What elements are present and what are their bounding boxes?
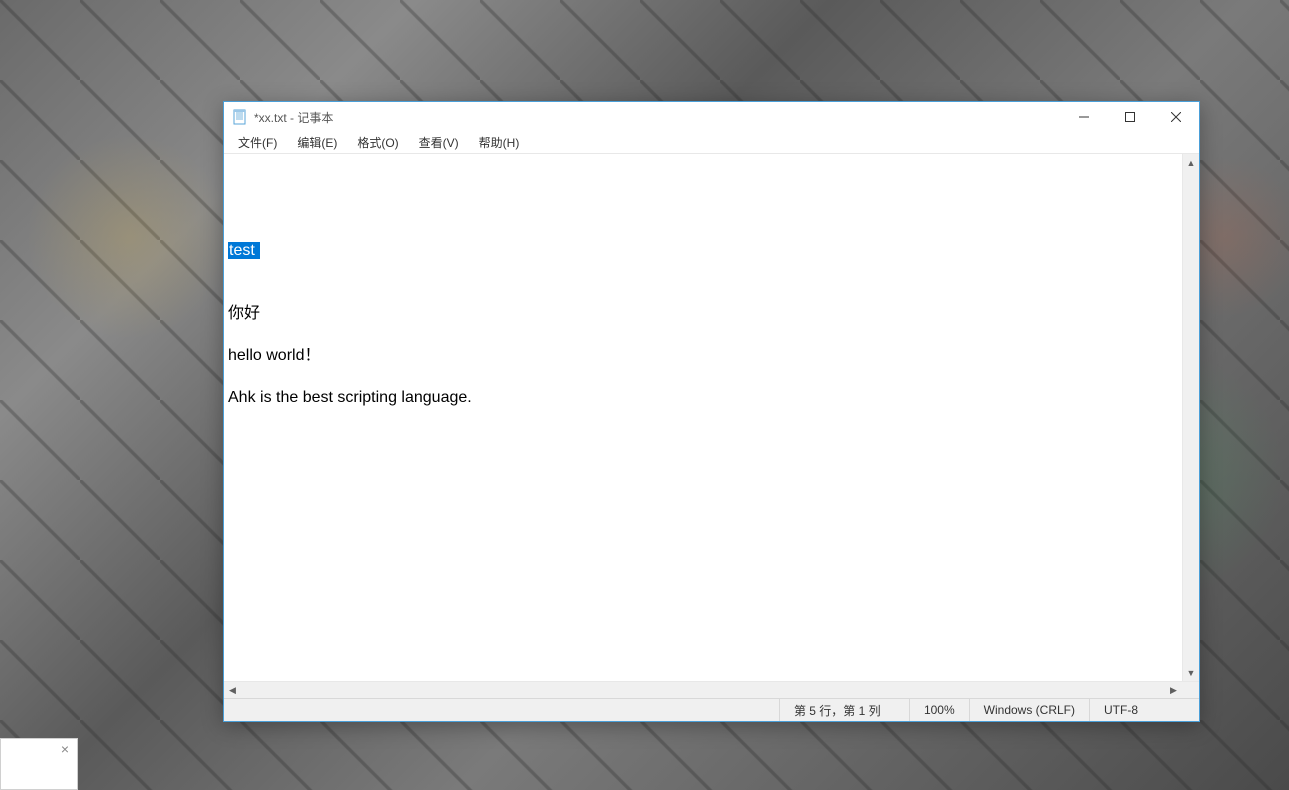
scroll-right-icon[interactable]: ▶ — [1165, 682, 1182, 698]
text-editor[interactable]: test 你好 hello world！ Ahk is the best scrip… — [224, 154, 1199, 681]
menu-help[interactable]: 帮助(H) — [469, 132, 530, 153]
vertical-scrollbar[interactable]: ▲ ▼ — [1182, 154, 1199, 681]
editor-line — [228, 198, 1195, 219]
statusbar: 第 5 行，第 1 列 100% Windows (CRLF) UTF-8 — [224, 698, 1199, 721]
editor-line — [228, 219, 1195, 240]
editor-line — [228, 177, 1195, 198]
status-encoding: UTF-8 — [1089, 699, 1199, 721]
scroll-down-icon[interactable]: ▼ — [1183, 664, 1199, 681]
window-controls — [1061, 102, 1199, 132]
editor-line — [228, 282, 1195, 303]
editor-line: hello world！ — [228, 345, 1195, 366]
maximize-button[interactable] — [1107, 102, 1153, 132]
editor-line: 你好 — [228, 303, 1195, 324]
minimize-button[interactable] — [1061, 102, 1107, 132]
selected-text: test — [228, 242, 260, 259]
close-button[interactable] — [1153, 102, 1199, 132]
editor-wrap: test 你好 hello world！ Ahk is the best scrip… — [224, 154, 1199, 698]
editor-line: Ahk is the best scripting language. — [228, 387, 1195, 408]
notepad-icon — [232, 109, 248, 125]
menu-edit[interactable]: 编辑(E) — [287, 132, 347, 153]
notepad-window: *xx.txt - 记事本 文件(F) 编辑(E) 格式(O) 查看(V) 帮助… — [223, 101, 1200, 722]
horizontal-scrollbar[interactable]: ◀ ▶ — [224, 681, 1199, 698]
editor-line — [228, 261, 1195, 282]
status-zoom: 100% — [909, 699, 969, 721]
status-cursor-position: 第 5 行，第 1 列 — [779, 699, 909, 721]
scroll-left-icon[interactable]: ◀ — [224, 682, 241, 698]
menu-format[interactable]: 格式(O) — [347, 132, 408, 153]
scroll-up-icon[interactable]: ▲ — [1183, 154, 1199, 171]
editor-line — [228, 324, 1195, 345]
menubar: 文件(F) 编辑(E) 格式(O) 查看(V) 帮助(H) — [224, 132, 1199, 154]
small-popup-window: × — [0, 738, 78, 790]
editor-line — [228, 366, 1195, 387]
editor-line — [228, 156, 1195, 177]
window-title: *xx.txt - 记事本 — [254, 109, 333, 126]
titlebar[interactable]: *xx.txt - 记事本 — [224, 102, 1199, 132]
status-line-ending: Windows (CRLF) — [969, 699, 1089, 721]
scrollbar-corner — [1182, 682, 1199, 698]
menu-file[interactable]: 文件(F) — [228, 132, 287, 153]
menu-view[interactable]: 查看(V) — [409, 132, 469, 153]
small-popup-close-button[interactable]: × — [57, 741, 73, 757]
editor-line: test — [228, 240, 1195, 261]
